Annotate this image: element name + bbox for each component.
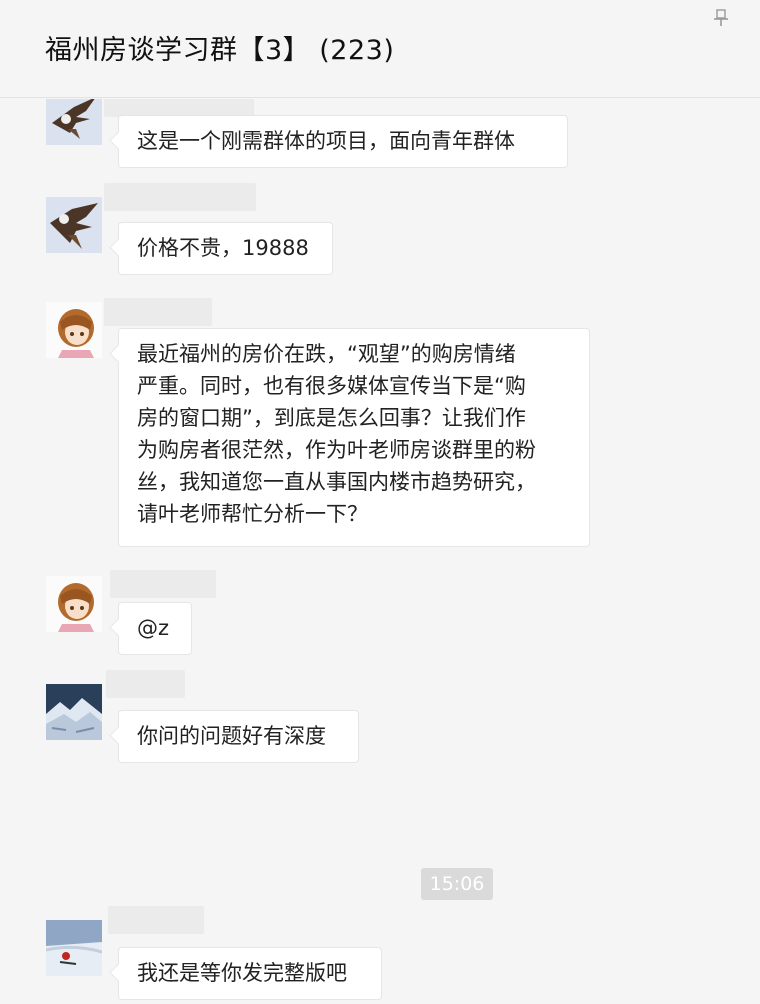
snowy-mountain-avatar[interactable]	[46, 684, 102, 740]
group-title: 福州房谈学习群【3】 (223)	[45, 35, 395, 66]
message-bubble[interactable]: @z	[118, 602, 192, 655]
message-text: 你问的问题好有深度	[137, 724, 326, 748]
message-text: 这是一个刚需群体的项目，面向青年群体	[137, 129, 515, 153]
message-text-line: 请叶老师帮忙分析一下？	[137, 502, 368, 526]
message-bubble[interactable]: 最近福州的房价在跌，“观望”的购房情绪 严重。同时，也有很多媒体宣传当下是“购 …	[118, 328, 590, 547]
sender-name-blurred	[108, 906, 204, 934]
message-bubble[interactable]: 我还是等你发完整版吧	[118, 947, 382, 1000]
message-text-line: 丝，我知道您一直从事国内楼市趋势研究，	[137, 470, 536, 494]
eagle-avatar[interactable]	[46, 197, 102, 253]
timestamp-divider: 15:06	[421, 868, 493, 900]
message-bubble[interactable]: 你问的问题好有深度	[118, 710, 359, 763]
snow-skier-avatar[interactable]	[46, 920, 102, 976]
sender-name-blurred	[104, 183, 256, 211]
message-text-line: 严重。同时，也有很多媒体宣传当下是“购	[137, 374, 526, 398]
sender-name-blurred	[104, 298, 212, 326]
message-bubble[interactable]: 这是一个刚需群体的项目，面向青年群体	[118, 115, 568, 168]
message-text: 我还是等你发完整版吧	[137, 961, 347, 985]
message-text: @z	[137, 616, 170, 640]
pin-icon[interactable]	[712, 8, 730, 28]
anime-girl-avatar[interactable]	[46, 302, 102, 358]
message-text-line: 最近福州的房价在跌，“观望”的购房情绪	[137, 342, 516, 366]
message-text-line: 房的窗口期”，到底是怎么回事？让我们作	[137, 406, 526, 430]
anime-girl-avatar[interactable]	[46, 576, 102, 632]
message-bubble[interactable]: 价格不贵，19888	[118, 222, 333, 275]
sender-name-blurred	[106, 670, 185, 698]
sender-name-blurred	[110, 570, 216, 598]
message-list[interactable]: 这是一个刚需群体的项目，面向青年群体 价格不贵，19888 最近福州的房价在跌，…	[0, 99, 760, 1004]
message-text: 价格不贵，19888	[137, 236, 309, 260]
chat-header: 福州房谈学习群【3】 (223)	[0, 0, 760, 98]
eagle-avatar[interactable]	[46, 99, 102, 145]
message-text-line: 为购房者很茫然，作为叶老师房谈群里的粉	[137, 438, 536, 462]
